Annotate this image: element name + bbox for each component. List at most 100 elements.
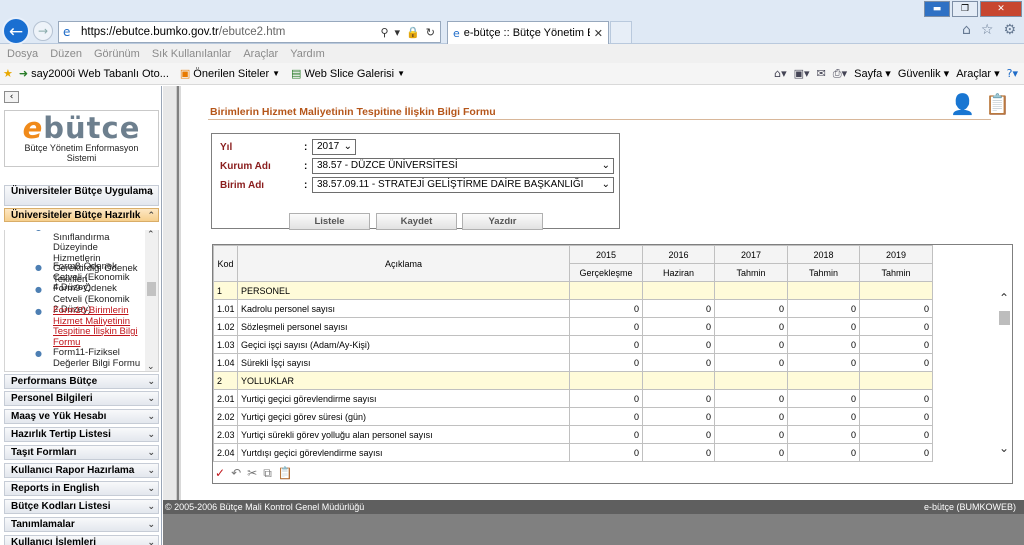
value-cell[interactable]: 0 (714, 299, 788, 318)
fav-web-slice[interactable]: ▤ Web Slice Galerisi ▼ (288, 67, 405, 80)
close-window-button[interactable]: ✕ (980, 1, 1022, 17)
value-cell[interactable]: 0 (714, 389, 788, 408)
sidebar-section-kullanici[interactable]: Kullanıcı İşlemleri ⌄ (4, 535, 159, 545)
lock-icon[interactable]: 🔒 (406, 26, 420, 39)
help-icon[interactable]: ?▾ (1007, 67, 1018, 80)
close-tab-icon[interactable]: ✕ (594, 27, 603, 40)
scroll-up-icon[interactable]: ⌃ (999, 291, 1009, 305)
feeds-icon[interactable]: ▣▾ (794, 67, 810, 80)
value-cell[interactable]: 0 (787, 389, 860, 408)
value-cell[interactable]: 0 (569, 407, 643, 426)
birim-select[interactable]: 38.57.09.11 - STRATEJİ GELİŞTİRME DAİRE … (312, 177, 614, 193)
value-cell[interactable]: 0 (859, 299, 933, 318)
menu-view[interactable]: Görünüm (94, 48, 140, 60)
cut-icon[interactable]: ✂ (247, 466, 257, 481)
confirm-check-icon[interactable]: ✓ (215, 466, 225, 481)
value-cell[interactable]: 0 (859, 425, 933, 444)
sidebar-section-rapor[interactable]: Kullanıcı Rapor Hazırlama ⌄ (4, 463, 159, 478)
value-cell[interactable]: 0 (642, 389, 715, 408)
back-button[interactable]: ← (2, 17, 30, 45)
value-cell[interactable]: 0 (642, 407, 715, 426)
menu-help[interactable]: Yardım (290, 48, 325, 60)
scroll-down-icon[interactable]: ⌄ (147, 362, 155, 371)
favorites-star-icon[interactable]: ☆ (981, 22, 994, 38)
grid-scrollbar[interactable]: ⌃ ⌄ (998, 281, 1012, 461)
value-cell[interactable]: 0 (859, 353, 933, 372)
value-cell[interactable]: 0 (787, 335, 860, 354)
tools-menu[interactable]: Araçlar ▾ (956, 67, 999, 80)
user-icon[interactable]: 👤 (950, 92, 975, 116)
value-cell[interactable]: 0 (569, 353, 643, 372)
value-cell[interactable]: 0 (569, 425, 643, 444)
value-cell[interactable]: 0 (787, 407, 860, 426)
value-cell[interactable]: 0 (859, 407, 933, 426)
value-cell[interactable]: 0 (714, 317, 788, 336)
forward-button[interactable]: → (33, 21, 53, 41)
value-cell[interactable]: 0 (859, 443, 933, 462)
save-button[interactable]: Kaydet (376, 213, 457, 230)
value-cell[interactable]: 0 (642, 317, 715, 336)
sidebar-section-maas[interactable]: Maaş ve Yük Hesabı ⌄ (4, 409, 159, 424)
value-cell[interactable]: 0 (642, 443, 715, 462)
refresh-icon[interactable]: ↻ (426, 26, 435, 39)
print-icon[interactable]: ⎙▾ (833, 67, 847, 81)
minimize-button[interactable]: ▬ (924, 1, 950, 17)
notepad-icon[interactable]: 📋 (985, 92, 1010, 116)
value-cell[interactable]: 0 (859, 317, 933, 336)
dropdown-icon[interactable]: ▾ (395, 26, 401, 39)
value-cell[interactable]: 0 (787, 317, 860, 336)
menu-edit[interactable]: Düzen (50, 48, 82, 60)
scroll-thumb[interactable] (147, 282, 156, 296)
mail-icon[interactable]: ✉ (817, 67, 826, 80)
value-cell[interactable]: 0 (569, 299, 643, 318)
value-cell[interactable]: 0 (569, 317, 643, 336)
scroll-down-icon[interactable]: ⌄ (999, 441, 1009, 455)
menu-file[interactable]: Dosya (7, 48, 38, 60)
restore-button[interactable]: ❐ (952, 1, 978, 17)
menu-favorites[interactable]: Sık Kullanılanlar (152, 48, 232, 60)
submenu-item-form10[interactable]: ● Form10-Birimlerin Hizmet Maliyetinin Te… (5, 305, 145, 348)
print-button[interactable]: Yazdır (462, 213, 543, 230)
sidebar-section-butce-hazirlik[interactable]: Üniversiteler Bütçe Hazırlık ⌃ (4, 208, 159, 222)
value-cell[interactable]: 0 (642, 299, 715, 318)
value-cell[interactable]: 0 (714, 407, 788, 426)
value-cell[interactable]: 0 (642, 425, 715, 444)
address-bar[interactable]: e https://ebutce.bumko.gov.tr/ebutce2.ht… (58, 21, 441, 43)
address-text[interactable]: https://ebutce.bumko.gov.tr/ebutce2.htm (81, 26, 380, 38)
value-cell[interactable]: 0 (714, 443, 788, 462)
sidebar-section-butce-uygulama[interactable]: Üniversiteler Bütçe Uygulama ⌄ (4, 185, 159, 206)
scroll-thumb[interactable] (999, 311, 1010, 325)
value-cell[interactable]: 0 (642, 335, 715, 354)
new-tab-button[interactable] (610, 21, 632, 44)
search-icon[interactable]: ⚲ (380, 26, 388, 39)
submenu-scrollbar[interactable]: ⌃ ⌄ (145, 230, 158, 371)
value-cell[interactable]: 0 (714, 353, 788, 372)
value-cell[interactable]: 0 (787, 299, 860, 318)
sidebar-section-english[interactable]: Reports in English ⌄ (4, 481, 159, 496)
safety-menu[interactable]: Güvenlik ▾ (898, 67, 949, 80)
value-cell[interactable]: 0 (714, 425, 788, 444)
fav-suggested-sites[interactable]: ▣ Önerilen Siteler ▼ (177, 67, 280, 80)
collapse-sidebar-button[interactable]: ‹ (4, 91, 19, 103)
value-cell[interactable]: 0 (787, 353, 860, 372)
value-cell[interactable]: 0 (642, 353, 715, 372)
sidebar-section-tasit[interactable]: Taşıt Formları ⌄ (4, 445, 159, 460)
menu-tools[interactable]: Araçlar (243, 48, 278, 60)
value-cell[interactable]: 0 (714, 335, 788, 354)
paste-icon[interactable]: 📋 (278, 466, 293, 481)
value-cell[interactable]: 0 (859, 389, 933, 408)
list-button[interactable]: Listele (289, 213, 370, 230)
value-cell[interactable]: 0 (569, 443, 643, 462)
sidebar-section-tanimlamalar[interactable]: Tanımlamalar ⌄ (4, 517, 159, 532)
sidebar-section-tertip[interactable]: Hazırlık Tertip Listesi ⌄ (4, 427, 159, 442)
value-cell[interactable]: 0 (787, 443, 860, 462)
value-cell[interactable]: 0 (569, 389, 643, 408)
tab-ebutce[interactable]: e e-bütçe :: Bütçe Yönetim E... ✕ (447, 21, 609, 44)
year-select[interactable]: 2017 ⌄ (312, 139, 356, 155)
page-menu[interactable]: Sayfa ▾ (854, 67, 891, 80)
settings-gear-icon[interactable]: ⚙ (1003, 22, 1016, 38)
value-cell[interactable]: 0 (787, 425, 860, 444)
home-cmd-icon[interactable]: ⌂▾ (774, 67, 787, 80)
sidebar-section-kodlar[interactable]: Bütçe Kodları Listesi ⌄ (4, 499, 159, 514)
value-cell[interactable]: 0 (859, 335, 933, 354)
